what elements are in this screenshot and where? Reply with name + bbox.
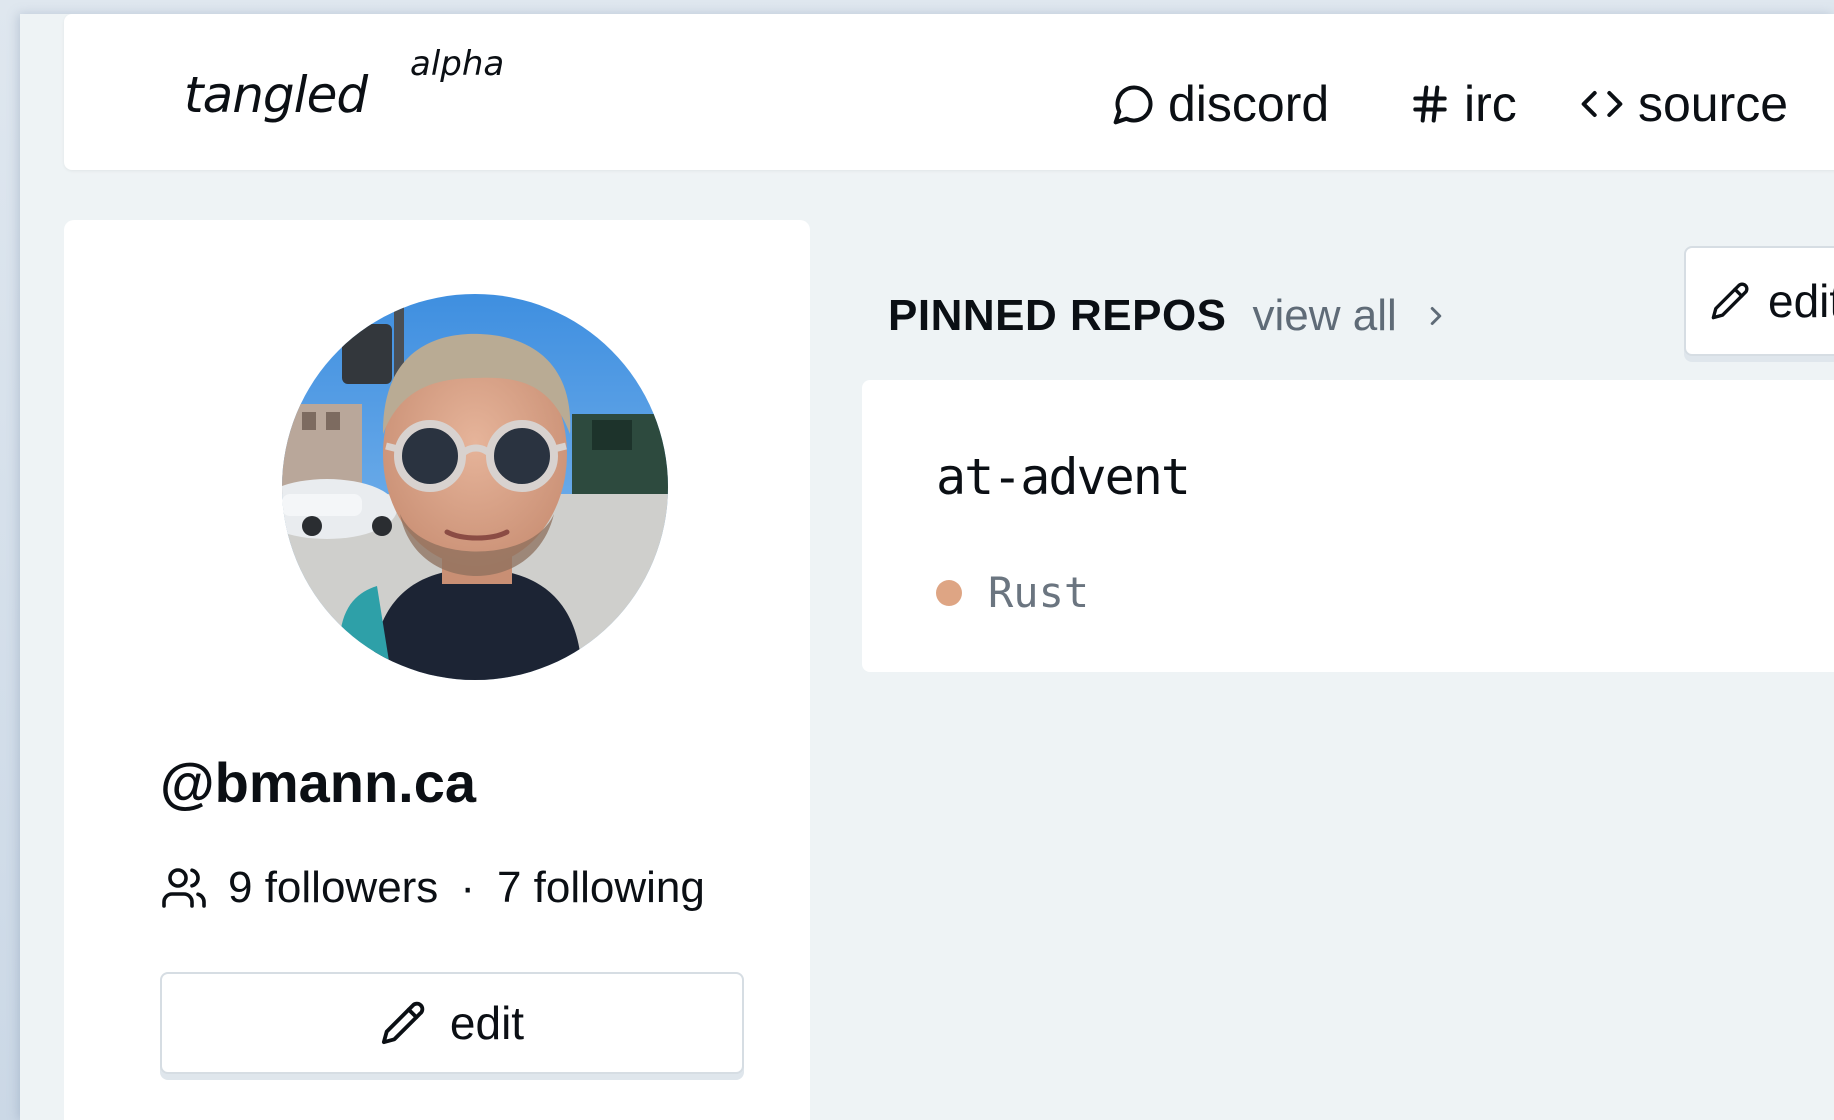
repo-name[interactable]: at-advent [936,448,1191,506]
nav-discord-label: discord [1168,76,1330,132]
following-link[interactable]: 7 following [497,863,705,913]
nav-discord-link[interactable]: discord [1112,74,1329,134]
edit-profile-label: edit [449,997,525,1049]
code-icon [1581,90,1623,118]
profile-handle: @bmann.ca [160,751,477,814]
message-circle-icon [1113,85,1153,125]
brand-logo[interactable]: tangled [184,66,368,124]
language-color-dot [936,579,962,606]
pinned-repos-title: PINNED REPOS [888,291,1227,340]
top-navbar: tangled alpha discord irc source [64,14,1834,170]
followers-link[interactable]: 9 followers [228,863,438,913]
repo-language: Rust [936,568,1089,617]
pencil-icon [1711,282,1749,320]
avatar-photo [282,294,668,680]
profile-card: @bmann.ca 9 followers · 7 following edit [64,220,810,1120]
repo-language-label: Rust [988,568,1090,617]
brand-alpha-tag: alpha [410,44,505,84]
nav-irc-label: irc [1464,76,1517,132]
chevron-right-icon [1430,307,1442,325]
view-all-label: view all [1252,291,1397,340]
hash-icon [1413,85,1447,123]
pinned-repo-card[interactable]: at-advent Rust [862,380,1834,672]
stats-separator: · [460,863,475,912]
nav-source-link[interactable]: source [1578,74,1788,134]
nav-source-label: source [1638,76,1789,132]
pencil-icon [381,1001,425,1045]
users-icon [162,868,206,908]
follow-stats: 9 followers · 7 following [160,858,744,918]
view-all-link[interactable]: view all [1253,291,1451,341]
pinned-repos-header: PINNED REPOS view all [888,286,1451,346]
edit-pinned-label: edit [1768,275,1834,327]
edit-pinned-button[interactable]: edit [1684,246,1834,356]
edit-profile-button[interactable]: edit [160,972,744,1074]
avatar [282,294,668,680]
nav-irc-link[interactable]: irc [1408,74,1517,134]
browser-window: tangled alpha discord irc source @bmann.… [20,14,1834,1120]
